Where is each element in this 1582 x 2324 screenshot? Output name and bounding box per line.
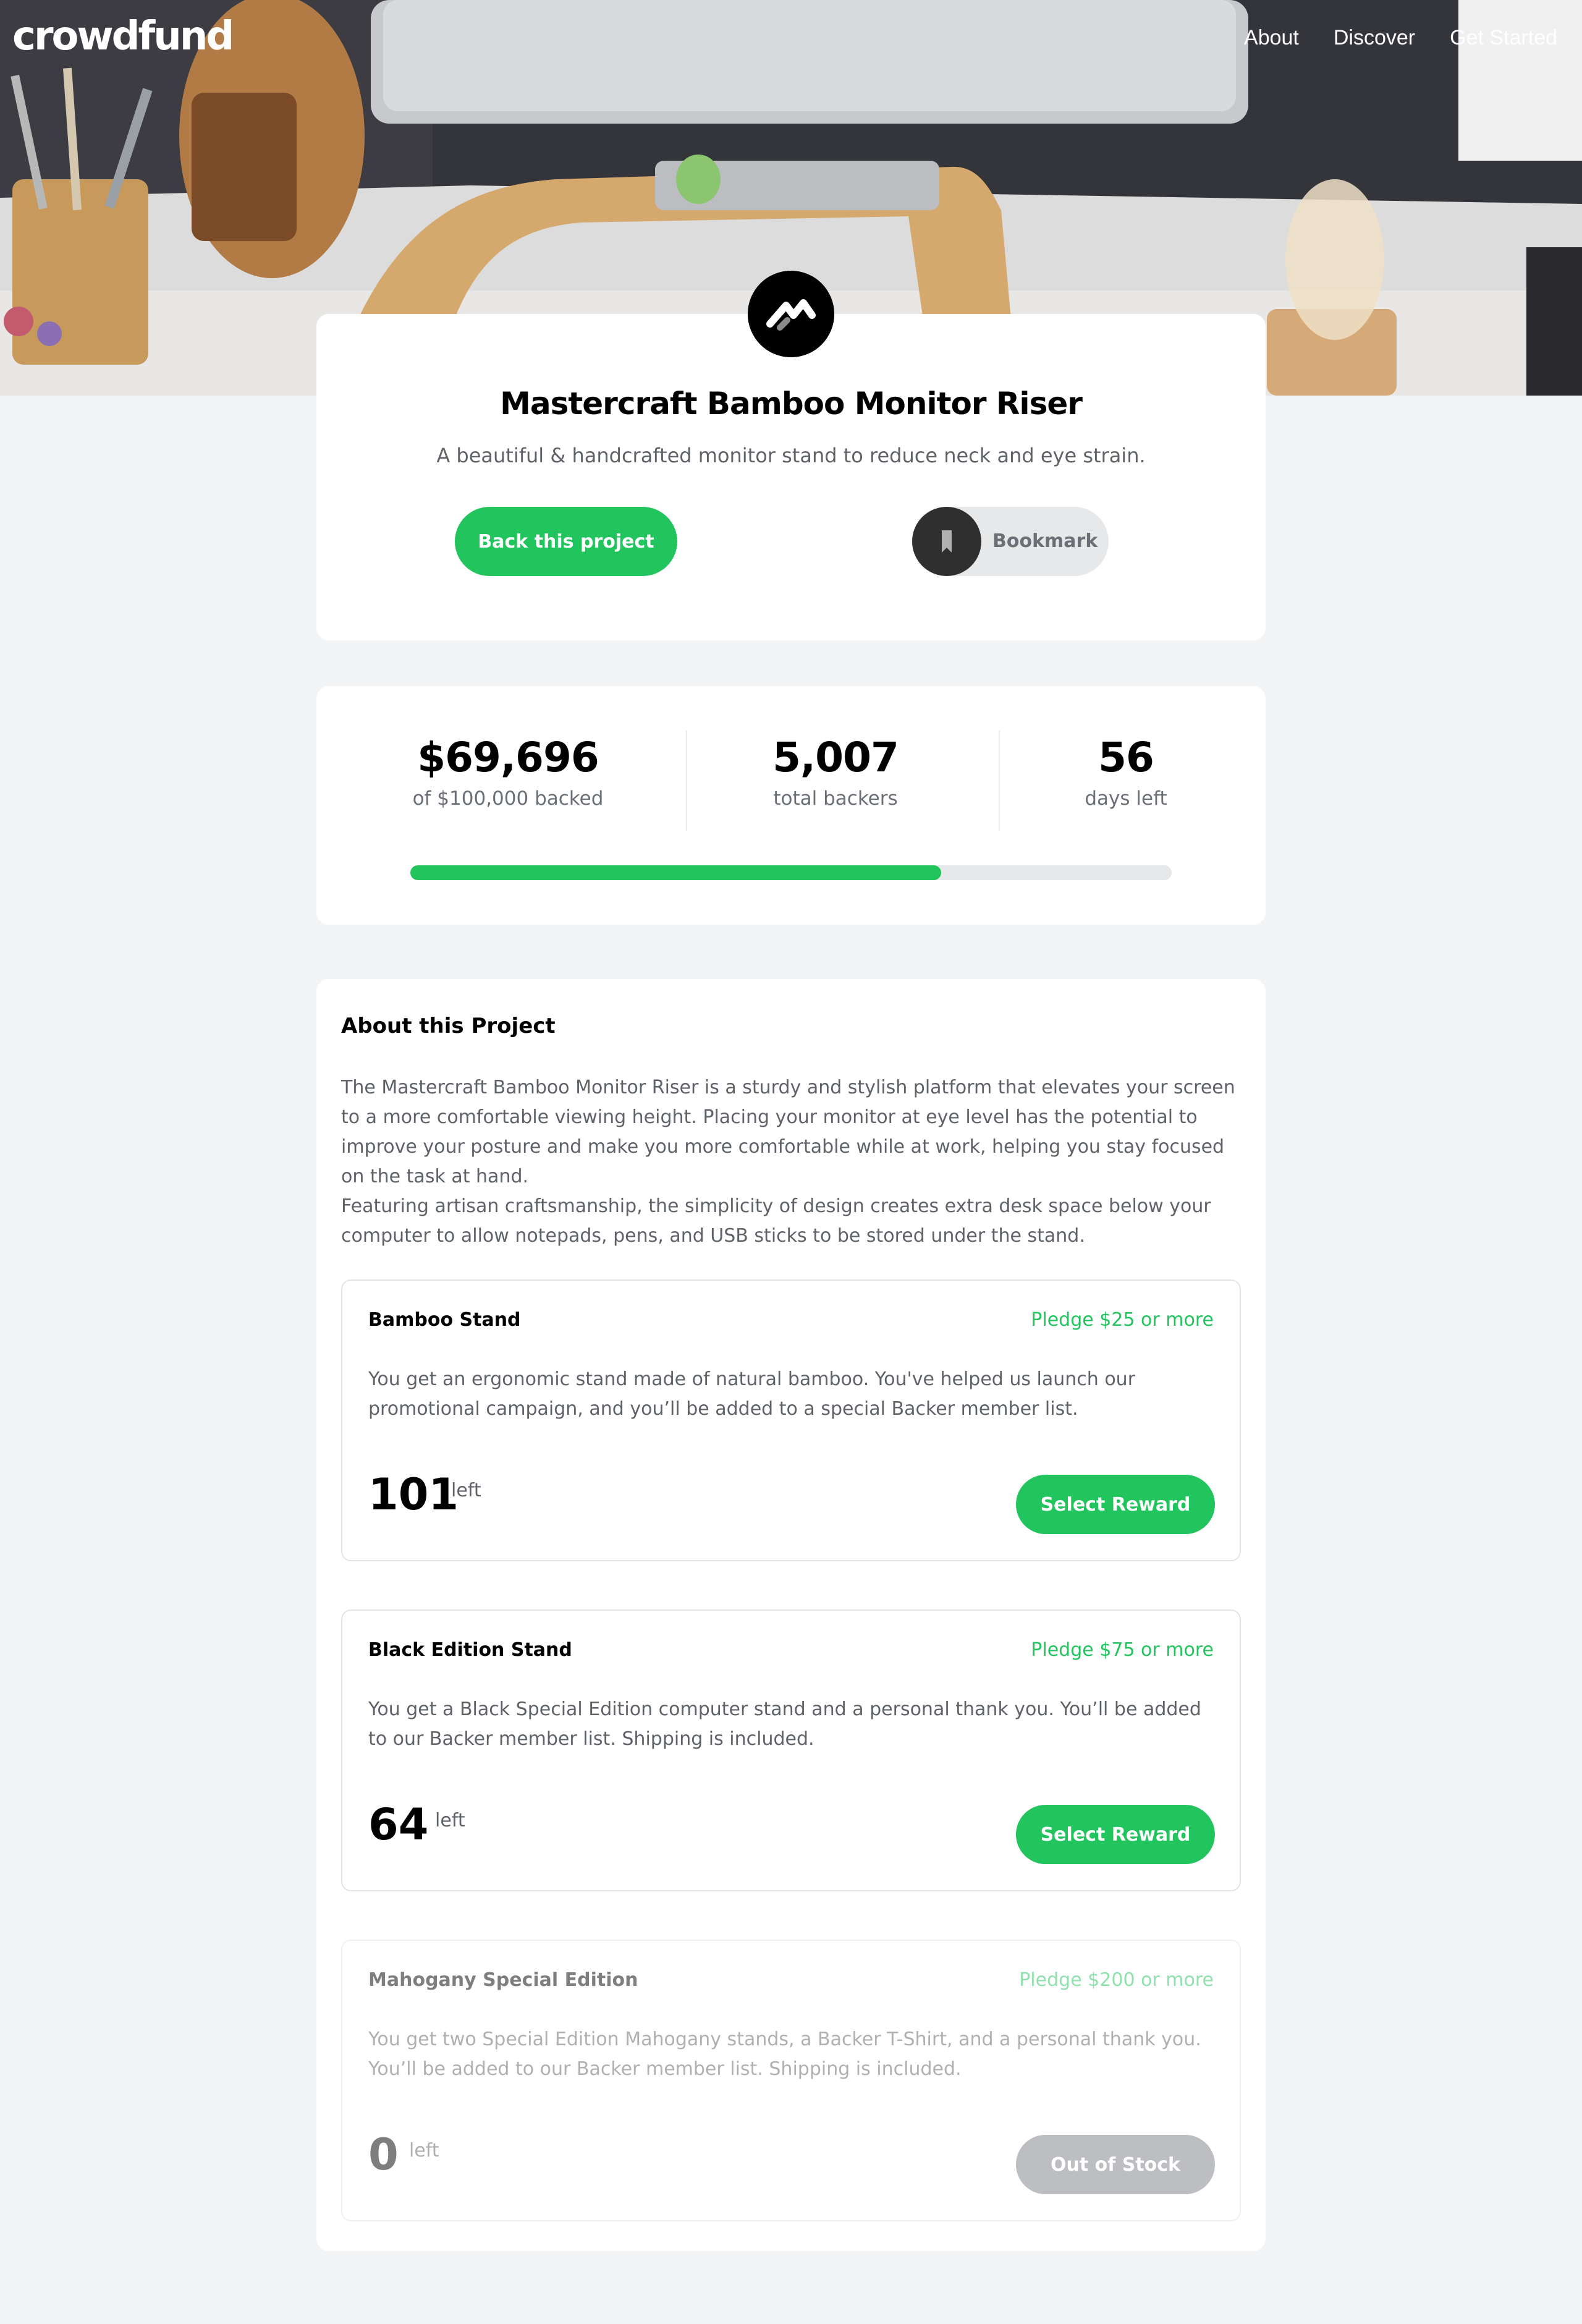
- bookmark-icon: [912, 507, 981, 576]
- reward-pledge: Pledge $25 or more: [1031, 1309, 1214, 1331]
- project-logo-badge: [748, 271, 834, 357]
- stats-card: $69,696 of $100,000 backed 5,007 total b…: [316, 686, 1266, 925]
- about-title: About this Project: [341, 1014, 556, 1038]
- top-nav: About Discover Get Started: [1244, 26, 1557, 50]
- about-card: About this Project The Mastercraft Bambo…: [316, 979, 1266, 2251]
- funding-progress-fill: [410, 865, 941, 880]
- reward-description: You get two Special Edition Mahogany sta…: [368, 2029, 1201, 2080]
- nav-about[interactable]: About: [1244, 26, 1299, 50]
- out-of-stock-button: Out of Stock: [1016, 2135, 1215, 2194]
- funding-progress-bar: [410, 865, 1172, 880]
- stat-divider: [999, 731, 1000, 831]
- about-paragraph: The Mastercraft Bamboo Monitor Riser is …: [341, 1077, 1235, 1187]
- stat-backers-value: 5,007: [772, 734, 899, 781]
- stat-backed-value: $69,696: [417, 734, 599, 781]
- stat-backed-label: of $100,000 backed: [412, 787, 604, 810]
- stat-days-value: 56: [1098, 734, 1154, 781]
- reward-name: Bamboo Stand: [368, 1309, 521, 1331]
- reward-stock-label: left: [435, 1810, 465, 1831]
- project-header-card: Mastercraft Bamboo Monitor Riser A beaut…: [316, 314, 1266, 640]
- mastercraft-logo-icon: [748, 271, 834, 357]
- about-paragraph: Featuring artisan craftsmanship, the sim…: [341, 1195, 1211, 1247]
- reward-card-bamboo-stand: Bamboo Stand Pledge $25 or more You get …: [341, 1279, 1241, 1561]
- reward-stock-label: left: [409, 2140, 439, 2161]
- stat-backers: 5,007 total backers: [712, 733, 959, 810]
- reward-name: Mahogany Special Edition: [368, 1969, 638, 1991]
- brand-logo[interactable]: crowdfund: [12, 14, 234, 59]
- reward-stock-count: 64: [368, 1799, 429, 1850]
- reward-description: You get a Black Special Edition computer…: [368, 1698, 1201, 1750]
- stat-days: 56 days left: [1015, 733, 1237, 810]
- nav-discover[interactable]: Discover: [1334, 26, 1415, 50]
- stat-divider: [686, 731, 687, 831]
- reward-pledge: Pledge $200 or more: [1019, 1969, 1214, 1991]
- reward-stock-label: left: [451, 1480, 481, 1501]
- bookmark-label: Bookmark: [992, 530, 1098, 552]
- reward-description: You get an ergonomic stand made of natur…: [368, 1368, 1136, 1420]
- back-project-button[interactable]: Back this project: [455, 507, 677, 576]
- select-reward-button[interactable]: Select Reward: [1016, 1475, 1215, 1534]
- project-subtitle: A beautiful & handcrafted monitor stand …: [436, 444, 1146, 467]
- reward-stock-count: 0: [368, 2129, 399, 2180]
- select-reward-button[interactable]: Select Reward: [1016, 1805, 1215, 1864]
- bookmark-button[interactable]: Bookmark: [912, 507, 1109, 576]
- nav-get-started[interactable]: Get Started: [1450, 26, 1557, 50]
- reward-name: Black Edition Stand: [368, 1639, 572, 1661]
- reward-stock-count: 101: [368, 1469, 459, 1520]
- project-title: Mastercraft Bamboo Monitor Riser: [500, 386, 1083, 422]
- stat-backed: $69,696 of $100,000 backed: [384, 733, 632, 810]
- reward-pledge: Pledge $75 or more: [1031, 1639, 1214, 1661]
- stat-days-label: days left: [1085, 787, 1167, 810]
- stat-backers-label: total backers: [773, 787, 898, 810]
- reward-card-mahogany-edition: Mahogany Special Edition Pledge $200 or …: [341, 1940, 1241, 2221]
- reward-card-black-edition: Black Edition Stand Pledge $75 or more Y…: [341, 1609, 1241, 1891]
